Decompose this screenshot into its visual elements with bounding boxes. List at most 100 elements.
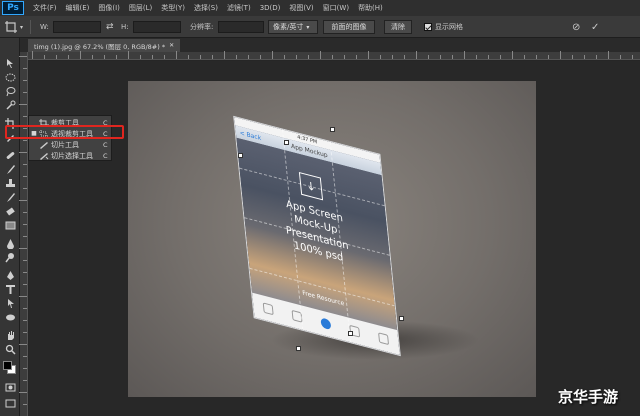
menu-layer[interactable]: 图层(L): [129, 3, 152, 13]
flyout-label: 切片选择工具: [51, 151, 93, 160]
swap-icon[interactable]: ⇄: [106, 16, 114, 38]
menu-window[interactable]: 窗口(W): [323, 3, 349, 13]
shape-tool-icon[interactable]: [3, 310, 17, 324]
pen-tool-icon[interactable]: [3, 268, 17, 282]
tools-panel: [0, 38, 20, 416]
slice-select-icon: [40, 152, 49, 160]
clone-stamp-tool-icon[interactable]: [3, 176, 17, 190]
flyout-item-slice-select[interactable]: 切片选择工具 C: [29, 150, 113, 161]
crop-handle-top[interactable]: [284, 140, 289, 145]
menu-image[interactable]: 图像(I): [98, 3, 120, 13]
ruler-tick: [19, 56, 27, 57]
quick-select-tool-icon[interactable]: [3, 98, 17, 112]
ruler-tick: [320, 51, 321, 59]
ruler-tick: [128, 51, 129, 59]
ruler-tick: [524, 55, 525, 59]
eraser-tool-icon[interactable]: [3, 204, 17, 218]
width-field[interactable]: [53, 21, 101, 33]
ruler-tick: [392, 55, 393, 59]
ruler-tick: [23, 224, 27, 225]
zoom-tool-icon[interactable]: [3, 342, 17, 356]
ruler-tick: [404, 55, 405, 59]
cancel-icon[interactable]: ⊘: [572, 16, 580, 38]
menu-bar: Ps 文件(F) 编辑(E) 图像(I) 图层(L) 类型(Y) 选择(S) 滤…: [0, 0, 640, 16]
screen-mode-icon[interactable]: [3, 396, 17, 410]
resolution-field[interactable]: [218, 21, 264, 33]
clear-button[interactable]: 清除: [384, 20, 412, 34]
commit-check-icon[interactable]: ✓: [591, 16, 599, 38]
flyout-item-slice[interactable]: 切片工具 C: [29, 139, 113, 150]
path-selection-tool-icon[interactable]: [3, 296, 17, 310]
ruler-tick: [23, 188, 27, 189]
ruler-tick: [23, 356, 27, 357]
gradient-tool-icon[interactable]: [3, 218, 17, 232]
crop-handle-bottom[interactable]: [348, 331, 353, 336]
ruler-tick: [464, 51, 465, 59]
menu-filter[interactable]: 滤镜(T): [227, 3, 251, 13]
ruler-tick: [23, 272, 27, 273]
lasso-tool-icon[interactable]: [3, 84, 17, 98]
ruler-tick: [164, 55, 165, 59]
menu-3d[interactable]: 3D(D): [260, 4, 281, 12]
ruler-tick: [476, 55, 477, 59]
options-bar: ▾ W: ⇄ H: 分辨率: 像素/英寸 ▾ 前面的图像 清除 显示网格 ⊘ ✓: [0, 16, 640, 38]
menu-type[interactable]: 类型(Y): [161, 3, 185, 13]
ruler-tick: [212, 55, 213, 59]
history-brush-tool-icon[interactable]: [3, 190, 17, 204]
ruler-tick: [344, 55, 345, 59]
close-icon[interactable]: ✕: [169, 42, 174, 49]
ruler-tick: [620, 55, 621, 59]
crop-handle-top-right[interactable]: [330, 127, 335, 132]
ruler-tick: [32, 51, 33, 59]
ruler-tick: [19, 392, 27, 393]
flyout-shortcut: C: [103, 140, 108, 149]
ruler-tick: [23, 116, 27, 117]
show-grid-checkbox[interactable]: [424, 23, 432, 31]
crop-handle-bottom-right[interactable]: [399, 316, 404, 321]
healing-brush-tool-icon[interactable]: [3, 148, 17, 162]
quick-mask-icon[interactable]: [3, 380, 17, 394]
type-tool-icon[interactable]: [3, 282, 17, 296]
ruler-tick: [19, 200, 27, 201]
ruler-tick: [416, 51, 417, 59]
menu-file[interactable]: 文件(F): [33, 3, 57, 13]
move-tool-icon[interactable]: [3, 56, 17, 70]
ruler-tick: [19, 104, 27, 105]
ruler-tick: [488, 55, 489, 59]
ruler-tick: [56, 55, 57, 59]
tool-preset-picker[interactable]: ▾: [4, 16, 23, 38]
ruler-tick: [380, 55, 381, 59]
blur-tool-icon[interactable]: [3, 236, 17, 250]
ruler-tick: [584, 55, 585, 59]
menu-edit[interactable]: 编辑(E): [66, 3, 90, 13]
dodge-tool-icon[interactable]: [3, 250, 17, 264]
ruler-tick: [23, 92, 27, 93]
resolution-label: 分辨率:: [190, 23, 214, 31]
menu-view[interactable]: 视图(V): [289, 3, 313, 13]
ruler-tick: [428, 55, 429, 59]
front-image-button[interactable]: 前面的图像: [323, 20, 375, 34]
ruler-tick: [284, 55, 285, 59]
ruler-tick: [23, 80, 27, 81]
unit-select[interactable]: 像素/英寸 ▾: [268, 20, 318, 34]
document-tab[interactable]: timg (1).jpg @ 67.2% (图层 0, RGB/8#) * ✕: [28, 39, 181, 52]
ruler-tick: [23, 212, 27, 213]
crop-handle-top-left[interactable]: [238, 153, 243, 158]
color-swatches-icon[interactable]: [2, 360, 16, 374]
menu-select[interactable]: 选择(S): [194, 3, 218, 13]
hand-tool-icon[interactable]: [3, 328, 17, 342]
ruler-tick: [19, 296, 27, 297]
brush-tool-icon[interactable]: [3, 162, 17, 176]
perspective-crop-icon: [5, 21, 17, 33]
ruler-tick: [44, 55, 45, 59]
ruler-tick: [23, 68, 27, 69]
more-icon: [378, 332, 390, 346]
ruler-tick: [19, 344, 27, 345]
marquee-tool-icon[interactable]: [3, 70, 17, 84]
crop-handle-bottom-left[interactable]: [296, 346, 301, 351]
ruler-tick: [68, 55, 69, 59]
menu-help[interactable]: 帮助(H): [358, 3, 383, 13]
ruler-tick: [236, 55, 237, 59]
height-field[interactable]: [133, 21, 181, 33]
ruler-tick: [440, 55, 441, 59]
